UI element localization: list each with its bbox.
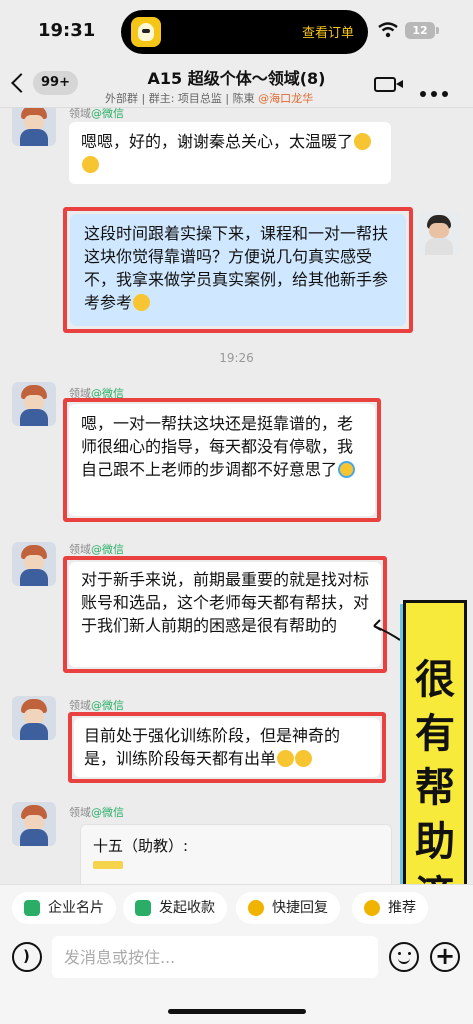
subtitle-text: 外部群 | 群主: 项目总监 | 陈東 [105, 92, 259, 105]
sender-label: 领域@微信 [69, 543, 124, 556]
quick-reply-icon [248, 900, 264, 916]
home-indicator [168, 1009, 306, 1014]
grin-emoji-icon [354, 133, 372, 150]
island-order-link[interactable]: 查看订单 [302, 22, 354, 41]
recommend-icon [364, 900, 380, 916]
message-input[interactable] [52, 936, 378, 978]
grin-emoji-icon [82, 156, 99, 173]
voice-icon[interactable] [12, 942, 42, 972]
business-card-icon [24, 900, 40, 916]
status-time: 19:31 [38, 20, 96, 41]
chat-subtitle: 外部群 | 群主: 项目总监 | 陈東 @海口龙华 [105, 90, 365, 106]
quoted-content-preview [93, 861, 123, 869]
banner-text: 很 有 帮 助 滴 [415, 657, 455, 919]
more-options-icon[interactable] [420, 82, 456, 97]
status-bar: 19:31 查看订单 12 [0, 0, 473, 62]
message-text: 对于新手来说，前期最重要的就是找对标账号和选品，这个老师每天都有帮扶，对于我们新… [81, 570, 370, 635]
sender-label: 领域@微信 [69, 699, 124, 712]
dynamic-island[interactable]: 查看订单 [121, 10, 368, 54]
battery-icon: 12 [405, 22, 439, 39]
sender-label: 领域@微信 [69, 108, 124, 120]
sender-avatar[interactable] [12, 108, 56, 146]
payment-icon [135, 900, 151, 916]
message-text: 嗯嗯，好的，谢谢秦总关心，太温暖了 [81, 132, 354, 151]
sender-avatar[interactable] [12, 802, 56, 846]
business-card-button[interactable]: 企业名片 [12, 892, 116, 924]
sender-avatar[interactable] [12, 542, 56, 586]
grin-emoji-icon [295, 750, 313, 767]
message-bubble-right[interactable]: 这段时间跟着实操下来，课程和一对一帮扶这块你觉得靠谱吗？方便说几句真实感受不，我… [70, 214, 406, 326]
wifi-icon [378, 22, 398, 38]
annotation-arrow-icon [373, 619, 401, 641]
recommend-button[interactable]: 推荐 [352, 892, 428, 924]
quick-action-bar: 企业名片 发起收款 快捷回复 推荐 [0, 884, 473, 930]
grin-emoji-icon [133, 294, 151, 311]
message-bubble-left[interactable]: 嗯嗯，好的，谢谢秦总关心，太温暖了 [69, 122, 391, 184]
highlight-banner: 很 有 帮 助 滴 [403, 600, 467, 919]
cry-laugh-emoji-icon [338, 461, 356, 478]
emoji-icon[interactable] [389, 942, 419, 972]
quoted-sender-label: 十五（助教）: [93, 837, 189, 855]
subtitle-highlight: @海口龙华 [258, 92, 314, 105]
message-bubble-left[interactable]: 目前处于强化训练阶段，但是神奇的是，训练阶段每天都有出单 [74, 718, 380, 777]
message-bubble-left[interactable]: 嗯，一对一帮扶这块还是挺靠谱的，老师很细心的指导，每天都没有停歇，我自己跟不上老… [69, 404, 375, 516]
quoted-message-card[interactable]: 十五（助教）: [80, 824, 392, 884]
plus-icon[interactable]: + [430, 942, 460, 972]
collect-payment-button[interactable]: 发起收款 [123, 892, 227, 924]
sender-label: 领域@微信 [69, 806, 124, 819]
sender-avatar[interactable] [12, 696, 56, 740]
chat-header: 99+ A15 超级个体～领域(8) 外部群 | 群主: 项目总监 | 陈東 @… [0, 62, 473, 108]
quick-reply-button[interactable]: 快捷回复 [236, 892, 340, 924]
message-text: 嗯，一对一帮扶这块还是挺靠谱的，老师很细心的指导，每天都没有停歇，我自己跟不上老… [81, 414, 354, 479]
app-mascot-icon [131, 17, 161, 47]
self-avatar[interactable] [417, 211, 461, 255]
message-bubble-left[interactable]: 对于新手来说，前期最重要的就是找对标账号和选品，这个老师每天都有帮扶，对于我们新… [69, 562, 381, 667]
sender-avatar[interactable] [12, 382, 56, 426]
message-timestamp: 19:26 [219, 351, 254, 365]
video-call-icon[interactable] [374, 77, 403, 92]
grin-emoji-icon [277, 750, 295, 767]
message-input-bar: + [0, 930, 473, 1024]
message-text: 这段时间跟着实操下来，课程和一对一帮扶这块你觉得靠谱吗？方便说几句真实感受不，我… [84, 224, 389, 312]
